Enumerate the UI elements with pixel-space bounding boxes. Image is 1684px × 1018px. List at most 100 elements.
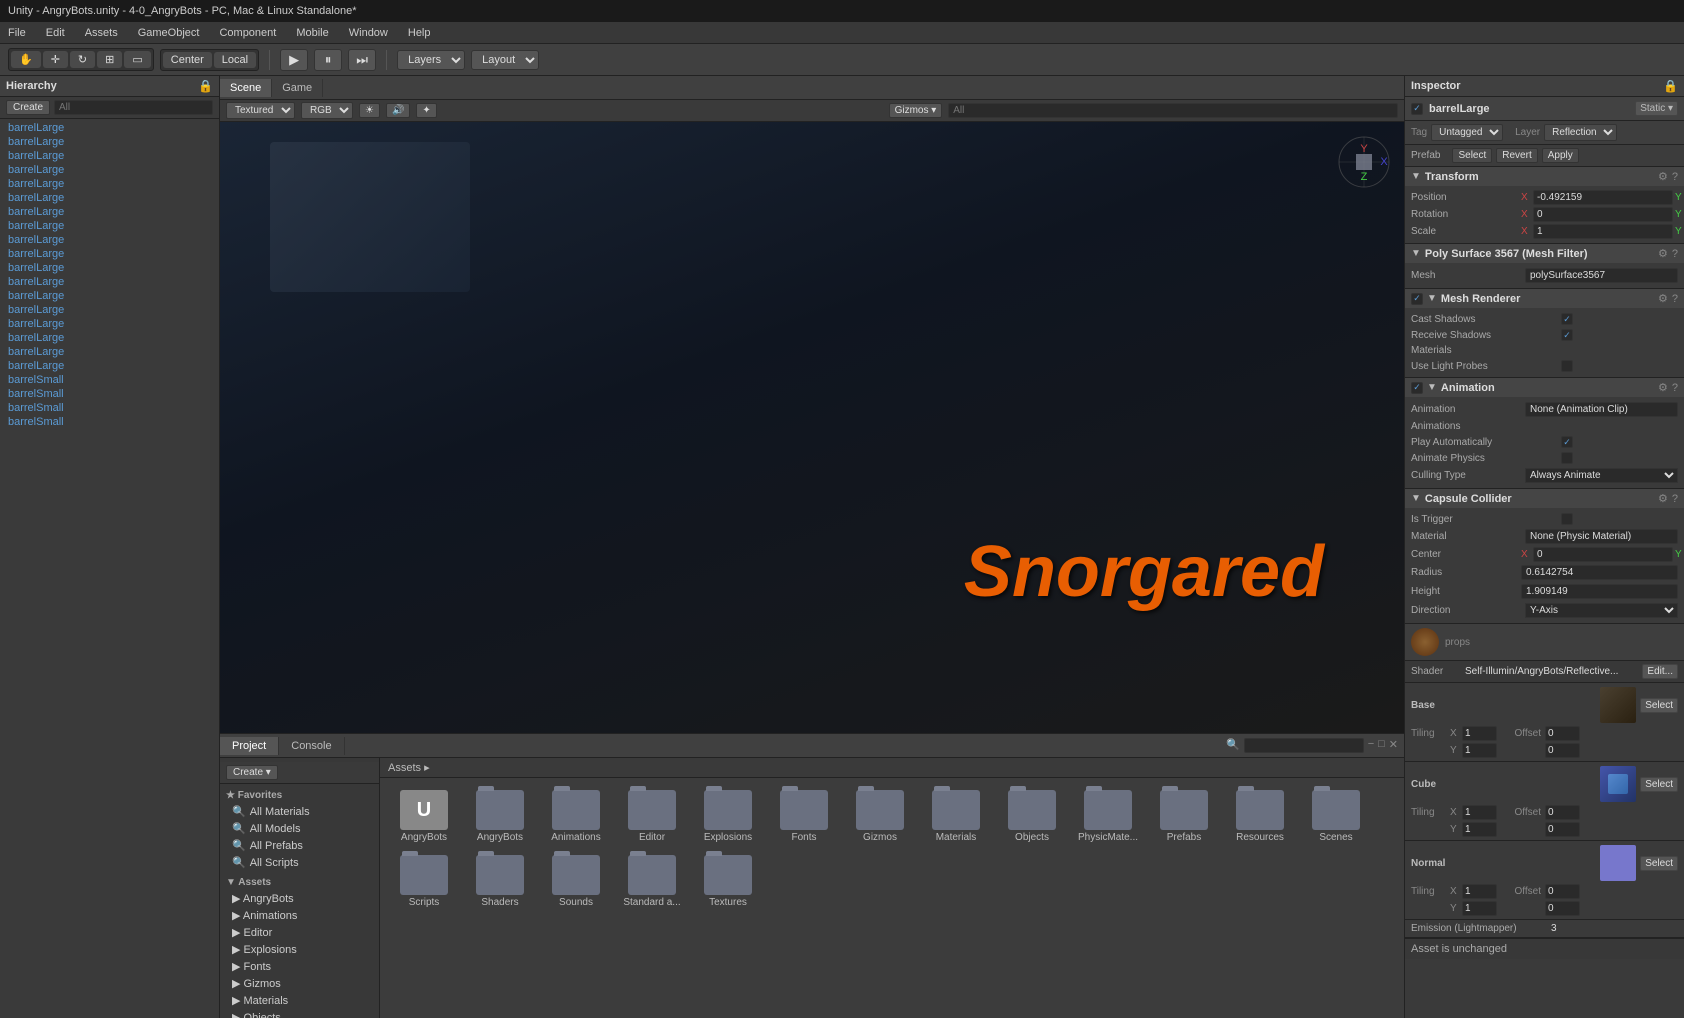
culling-type-select[interactable]: Always Animate — [1525, 468, 1678, 483]
cube-offset-y-input[interactable] — [1545, 822, 1580, 837]
base-texture-preview[interactable] — [1600, 687, 1636, 723]
list-item[interactable]: barrelLarge — [0, 331, 219, 345]
asset-sounds[interactable]: Sounds — [540, 851, 612, 912]
list-item[interactable]: barrelLarge — [0, 345, 219, 359]
position-x-input[interactable] — [1533, 190, 1673, 205]
shader-edit-button[interactable]: Edit... — [1642, 664, 1678, 679]
list-item[interactable]: barrelLarge — [0, 303, 219, 317]
menu-mobile[interactable]: Mobile — [292, 25, 332, 41]
asset-resources[interactable]: Resources — [1224, 786, 1296, 847]
list-item[interactable]: barrelLarge — [0, 149, 219, 163]
animate-physics-checkbox[interactable] — [1561, 452, 1573, 464]
gizmos-button[interactable]: Gizmos ▾ — [889, 103, 943, 118]
prefab-apply-button[interactable]: Apply — [1542, 148, 1579, 163]
scene-search-input[interactable] — [948, 103, 1398, 118]
proj-item-all-models[interactable]: 🔍 All Models — [220, 820, 379, 837]
normal-tiling-x-input[interactable] — [1462, 884, 1497, 899]
menu-edit[interactable]: Edit — [42, 25, 69, 41]
pause-button[interactable]: ⏸ — [314, 49, 342, 71]
object-active-checkbox[interactable] — [1411, 103, 1423, 115]
list-item[interactable]: barrelLarge — [0, 247, 219, 261]
hand-tool-button[interactable]: ✋ — [11, 51, 41, 68]
proj-item-materials[interactable]: ▶ Materials — [220, 992, 379, 1009]
base-tiling-x-input[interactable] — [1462, 726, 1497, 741]
hierarchy-search-input[interactable] — [54, 100, 213, 115]
move-tool-button[interactable]: ✛ — [43, 51, 68, 68]
base-tiling-y-input[interactable] — [1462, 743, 1497, 758]
proj-item-animations[interactable]: ▶ Animations — [220, 907, 379, 924]
help-icon[interactable]: ? — [1672, 248, 1678, 260]
hierarchy-create-button[interactable]: Create — [6, 100, 50, 115]
settings-icon[interactable]: ⚙ — [1658, 170, 1668, 183]
normal-offset-x-input[interactable] — [1545, 884, 1580, 899]
scene-viewport[interactable]: Snorgared Y X Z — [220, 122, 1404, 733]
menu-assets[interactable]: Assets — [81, 25, 122, 41]
menu-help[interactable]: Help — [404, 25, 435, 41]
radius-input[interactable] — [1521, 565, 1678, 580]
proj-item-all-prefabs[interactable]: 🔍 All Prefabs — [220, 837, 379, 854]
proj-item-angrybots[interactable]: ▶ AngryBots — [220, 890, 379, 907]
cube-offset-x-input[interactable] — [1545, 805, 1580, 820]
scene-lighting-button[interactable]: ☀ — [359, 103, 380, 118]
list-item[interactable]: barrelLarge — [0, 261, 219, 275]
list-item[interactable]: barrelLarge — [0, 233, 219, 247]
list-item[interactable]: barrelSmall — [0, 387, 219, 401]
menu-window[interactable]: Window — [345, 25, 392, 41]
asset-scripts[interactable]: Scripts — [388, 851, 460, 912]
asset-textures[interactable]: Textures — [692, 851, 764, 912]
proj-item-fonts[interactable]: ▶ Fonts — [220, 958, 379, 975]
list-item[interactable]: barrelLarge — [0, 289, 219, 303]
space-button[interactable]: Local — [214, 52, 256, 68]
asset-explosions[interactable]: Explosions — [692, 786, 764, 847]
lock-icon[interactable]: 🔒 — [198, 79, 213, 93]
rotate-tool-button[interactable]: ↻ — [70, 51, 95, 68]
play-button[interactable]: ▶ — [280, 49, 308, 71]
cube-texture-preview[interactable] — [1600, 766, 1636, 802]
list-item[interactable]: barrelLarge — [0, 191, 219, 205]
list-item[interactable]: barrelLarge — [0, 177, 219, 191]
mesh-renderer-header[interactable]: ▼ Mesh Renderer ⚙ ? — [1405, 289, 1684, 308]
layout-select[interactable]: Layout — [471, 50, 539, 70]
is-trigger-checkbox[interactable] — [1561, 513, 1573, 525]
help-icon[interactable]: ? — [1672, 493, 1678, 505]
asset-prefabs[interactable]: Prefabs — [1148, 786, 1220, 847]
tab-scene[interactable]: Scene — [220, 79, 272, 97]
asset-animations[interactable]: Animations — [540, 786, 612, 847]
scene-audio-button[interactable]: 🔊 — [386, 103, 410, 118]
asset-gizmos[interactable]: Gizmos — [844, 786, 916, 847]
proj-item-gizmos[interactable]: ▶ Gizmos — [220, 975, 379, 992]
mesh-filter-header[interactable]: ▼ Poly Surface 3567 (Mesh Filter) ⚙ ? — [1405, 244, 1684, 263]
cube-select-button[interactable]: Select — [1640, 777, 1678, 792]
scale-tool-button[interactable]: ⊞ — [97, 51, 122, 68]
normal-select-button[interactable]: Select — [1640, 856, 1678, 871]
rect-tool-button[interactable]: ▭ — [124, 51, 150, 68]
step-button[interactable]: ⏭ — [348, 49, 376, 71]
color-mode-select[interactable]: RGB — [301, 102, 353, 119]
settings-icon[interactable]: ⚙ — [1658, 492, 1668, 505]
asset-fonts[interactable]: Fonts — [768, 786, 840, 847]
panel-icon2[interactable]: □ — [1378, 738, 1385, 753]
asset-standard[interactable]: Standard a... — [616, 851, 688, 912]
settings-icon[interactable]: ⚙ — [1658, 381, 1668, 394]
normal-texture-preview[interactable] — [1600, 845, 1636, 881]
settings-icon[interactable]: ⚙ — [1658, 292, 1668, 305]
prefab-select-button[interactable]: Select — [1452, 148, 1492, 163]
asset-angrybots-logo[interactable]: U AngryBots — [388, 786, 460, 847]
asset-angrybots2[interactable]: AngryBots — [464, 786, 536, 847]
tab-project[interactable]: Project — [220, 737, 279, 755]
transform-header[interactable]: ▼ Transform ⚙ ? — [1405, 167, 1684, 186]
direction-select[interactable]: Y-Axis — [1525, 603, 1678, 618]
proj-item-objects[interactable]: ▶ Objects — [220, 1009, 379, 1018]
mesh-renderer-enable-checkbox[interactable] — [1411, 293, 1423, 305]
menu-component[interactable]: Component — [215, 25, 280, 41]
proj-item-editor[interactable]: ▶ Editor — [220, 924, 379, 941]
asset-editor[interactable]: Editor — [616, 786, 688, 847]
tab-game[interactable]: Game — [272, 79, 323, 97]
list-item[interactable]: barrelSmall — [0, 415, 219, 429]
capsule-collider-header[interactable]: ▼ Capsule Collider ⚙ ? — [1405, 489, 1684, 508]
static-badge[interactable]: Static ▾ — [1635, 101, 1678, 116]
play-auto-checkbox[interactable] — [1561, 436, 1573, 448]
panel-icon3[interactable]: ✕ — [1389, 738, 1398, 753]
panel-icon1[interactable]: − — [1368, 738, 1374, 753]
asset-physicmate[interactable]: PhysicMate... — [1072, 786, 1144, 847]
